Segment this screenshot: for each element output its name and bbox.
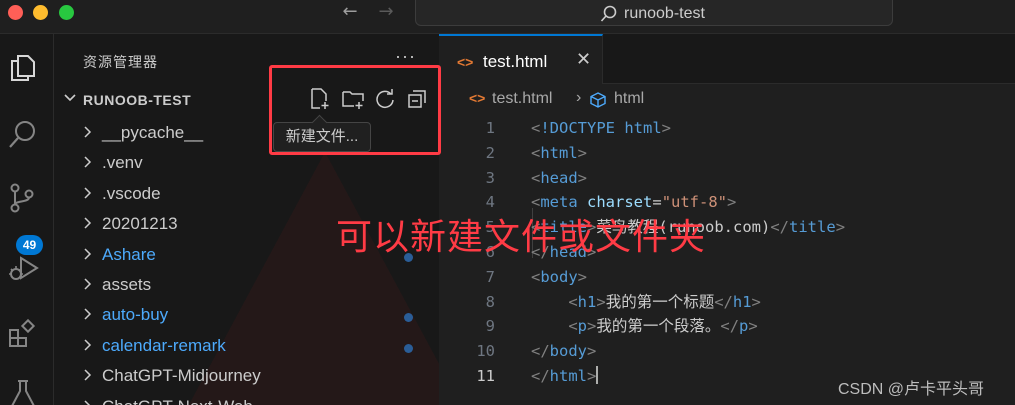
search-text: runoob-test [624,5,705,22]
search-icon [600,5,617,22]
tree-item-label: Ashare [102,244,156,264]
watermark: CSDN @卢卡平头哥 [838,381,985,398]
line-number: 10 [476,342,495,361]
symbol-cube-icon [590,92,606,108]
code-text: <head> [531,168,588,187]
tree-item[interactable]: ChatGPT-Next-Web [55,392,438,405]
chevron-right-icon [84,278,92,290]
tree-item[interactable]: calendar-remark [55,331,438,361]
tree-item-label: auto-buy [102,305,169,325]
code-text: <!DOCTYPE html> [531,119,672,137]
code-text: </body> [531,342,597,361]
close-tab-icon[interactable]: ✕ [576,49,591,70]
forward-arrow-icon[interactable]: → [374,1,398,23]
chevron-right-icon [84,399,91,405]
back-arrow-icon[interactable]: ← [338,1,362,23]
tree-item-label: __pycache__ [102,123,204,142]
code-text: <body> [531,267,588,286]
highlight-box [269,65,441,155]
breadcrumb: <> test.html › html [439,88,1015,110]
tree-item[interactable]: ChatGPT-Midjourney [55,361,438,391]
code-text: <p>我的第一个段落。</p> [568,317,758,336]
html-file-icon: <> [469,90,486,106]
search-icon[interactable] [7,118,39,150]
chevron-right-icon [84,156,92,168]
code-text: <h1>我的第一个标题</h1> [568,292,761,311]
tree-item-label: assets [102,274,152,294]
modified-dot [404,313,413,323]
maximize-window-button[interactable] [59,5,74,20]
code-line[interactable]: 9 <p>我的第一个段落。</p> [439,314,1015,339]
line-number: 9 [485,317,495,336]
tree-item[interactable]: assets [55,270,438,300]
line-number: 7 [485,267,495,286]
code-text: </html> [531,365,599,385]
testing-icon[interactable] [7,378,39,405]
more-actions-button[interactable]: ··· [395,46,416,67]
run-debug-icon[interactable] [7,252,39,284]
files-icon[interactable] [7,52,39,84]
line-number: 3 [485,168,495,187]
code-line[interactable]: 1 <!DOCTYPE html> [439,116,1015,141]
tab-bar: <> test.html ✕ [439,34,1015,84]
tree-item-label: 20201213 [102,214,178,234]
chevron-down-icon [64,94,76,102]
tab-label: test.html [483,52,548,71]
file-tree: __pycache__ .venv .vscode 20201213 Ashare ass… [55,118,438,405]
explorer-title: 资源管理器 [83,54,158,70]
activity-bar: 49 [0,34,54,405]
source-control-icon[interactable] [7,182,39,214]
tree-item-label: .vscode [102,183,161,203]
code-line[interactable]: 2 <html> [439,141,1015,166]
tab-test-html[interactable]: <> test.html ✕ [439,34,603,84]
line-number: 1 [485,119,495,137]
tree-item-label: ChatGPT-Next-Web [102,397,253,405]
html-file-icon: <> [457,54,474,70]
chevron-right-icon [84,217,92,229]
chevron-right-icon [84,308,92,320]
command-center-search[interactable]: runoob-test [415,0,893,26]
annotation-text: 可以新建文件或文件夹 [336,217,707,258]
chevron-right-icon [84,248,92,260]
tree-item-label: calendar-remark [102,335,226,355]
close-window-button[interactable] [8,5,23,20]
extensions-icon[interactable] [7,318,39,350]
code-text: <html> [531,143,588,162]
breadcrumb-symbol[interactable]: html [614,90,644,108]
tree-item[interactable]: auto-buy [55,300,438,330]
title-bar: ← → runoob-test [0,0,1015,34]
tree-item-label: .venv [102,153,143,173]
breadcrumb-file[interactable]: test.html [492,90,552,108]
tree-item[interactable]: .vscode [55,179,438,209]
chevron-right-icon [84,126,92,138]
chevron-right-icon [84,339,92,351]
line-number: 2 [485,143,495,162]
modified-dot [404,343,413,353]
line-number: 8 [485,292,495,311]
tree-item-label: ChatGPT-Midjourney [102,366,261,386]
code-line[interactable]: 3 <head> [439,166,1015,191]
workspace-root-label: RUNOOB-TEST [83,92,192,108]
chevron-right-icon [84,187,92,199]
minimize-window-button[interactable] [33,5,48,20]
breadcrumb-separator: › [576,89,582,106]
code-line[interactable]: 10 </body> [439,339,1015,364]
code-line[interactable]: 8 <h1>我的第一个标题</h1> [439,290,1015,315]
chevron-right-icon [84,369,92,381]
line-number: 11 [476,366,495,385]
code-line[interactable]: 7 <body> [439,265,1015,290]
